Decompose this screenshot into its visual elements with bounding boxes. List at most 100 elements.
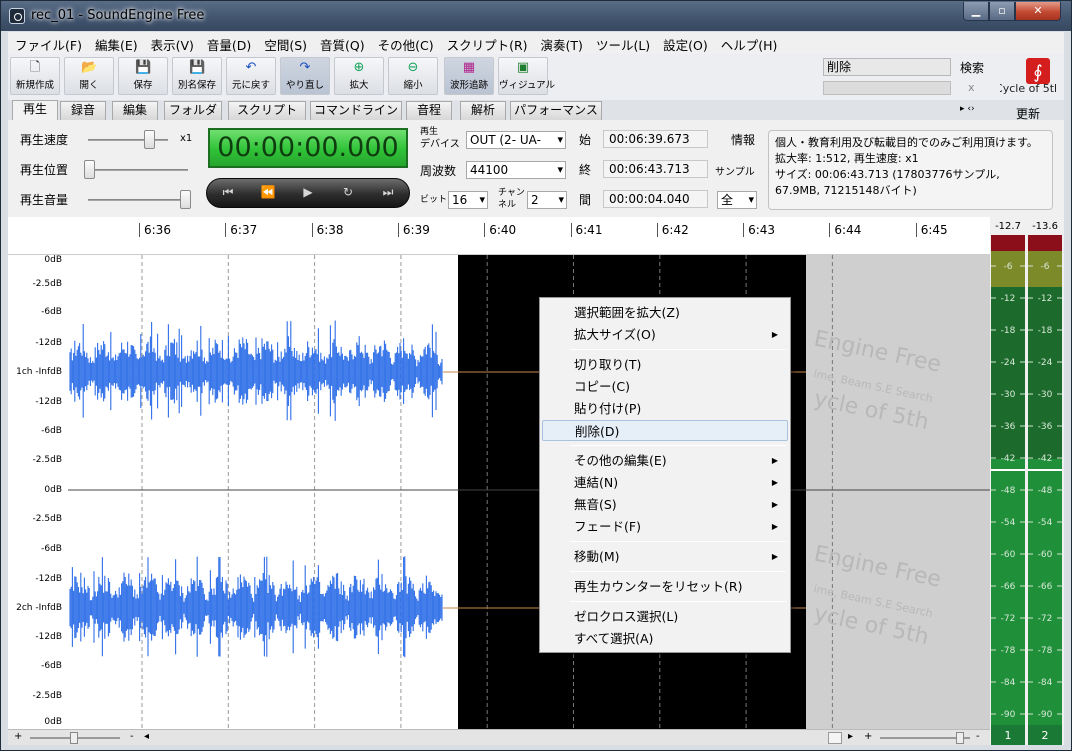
- context-menu-item-1[interactable]: 拡大サイズ(O) ▶: [542, 324, 788, 345]
- ruler-tick-line: [656, 223, 658, 237]
- toolbar-wave-track-button[interactable]: ▦ 波形追跡: [444, 57, 494, 95]
- play-counter: 00:00:00.000: [208, 128, 408, 168]
- skip-forward-icon[interactable]: ⏭: [373, 185, 403, 200]
- time-ruler[interactable]: 6:36 6:37 6:38 6:39 6:40 6:41 6:42 6:43 6:44 6:45: [8, 217, 990, 255]
- volume-slider-handle[interactable]: [180, 190, 191, 209]
- menu-item-1[interactable]: 編集(E): [88, 32, 144, 54]
- context-menu-item-18[interactable]: すべて選択(A): [542, 628, 788, 649]
- context-menu-item-6[interactable]: 削除(D): [542, 420, 788, 441]
- toolbar-zoom-in-button[interactable]: ⊕ 拡大: [334, 57, 384, 95]
- context-menu-item-15[interactable]: 再生カウンターをリセット(R): [542, 576, 788, 597]
- context-menu-separator: [570, 571, 786, 572]
- app-icon[interactable]: [9, 8, 25, 24]
- tab-7[interactable]: 解析: [460, 101, 506, 120]
- zoom-minus-button[interactable]: -: [130, 731, 134, 742]
- menu-item-4[interactable]: 空間(S): [257, 32, 313, 54]
- toolbar-visual-button[interactable]: ▣ ヴィジュアル: [498, 57, 555, 95]
- meter-scale-label: -24: [1001, 358, 1016, 368]
- freq-select[interactable]: 44100: [466, 161, 566, 179]
- end-field[interactable]: 00:06:43.713: [603, 160, 708, 178]
- device-select[interactable]: OUT (2- UA-: [466, 131, 566, 149]
- context-menu-item-10[interactable]: 無音(S) ▶: [542, 494, 788, 515]
- search-clear-button[interactable]: x: [968, 81, 975, 94]
- toolbar-redo-button[interactable]: ↷ やり直し: [280, 57, 330, 95]
- db-label: -2.5dB: [32, 691, 62, 701]
- play-icon[interactable]: ▶: [293, 185, 323, 199]
- submenu-arrow-icon: ▶: [771, 456, 778, 465]
- context-menu-item-0[interactable]: 選択範囲を拡大(Z): [542, 302, 788, 323]
- level-meters: -12.7 -6 -12 -18 -24 -30 -36 -42 -48 -54 -60 -66 -72…: [990, 217, 1064, 745]
- tab-8[interactable]: パフォーマンス: [510, 101, 602, 120]
- length-field[interactable]: 00:00:04.040: [603, 190, 708, 208]
- scroll-right-icon[interactable]: ▸: [848, 731, 853, 742]
- search-input[interactable]: 削除: [823, 58, 951, 76]
- scrollbar-thumb[interactable]: [828, 732, 842, 744]
- tab-1[interactable]: 録音: [60, 101, 106, 120]
- menu-item-8[interactable]: 演奏(T): [534, 32, 589, 54]
- tab-3[interactable]: フォルダ: [164, 101, 222, 120]
- loop-icon[interactable]: ↻: [333, 185, 363, 199]
- context-menu-item-4[interactable]: コピー(C): [542, 376, 788, 397]
- info-label: 情報: [731, 133, 756, 147]
- waveform-view[interactable]: 6:36 6:37 6:38 6:39 6:40 6:41 6:42 6:43 6:44 6:45…: [8, 217, 990, 729]
- toolbar-open-folder-button[interactable]: 📂 開く: [64, 57, 114, 95]
- maximize-button[interactable]: ▫: [989, 2, 1015, 21]
- toolbar-new-file-button[interactable]: 🗋 新規作成: [10, 57, 60, 95]
- tab-6[interactable]: 音程: [406, 101, 452, 120]
- toolbar-zoom-out-button[interactable]: ⊖ 縮小: [388, 57, 438, 95]
- context-menu-item-17[interactable]: ゼロクロス選択(L): [542, 606, 788, 627]
- tab-5[interactable]: コマンドライン: [310, 101, 402, 120]
- menu-item-7[interactable]: スクリプト(R): [440, 32, 534, 54]
- volume-slider[interactable]: [88, 199, 188, 201]
- waveform-plot[interactable]: Engine Freeime, Beam S.E Searchycle of 5…: [68, 255, 990, 729]
- menu-item-9[interactable]: ツール(L): [589, 32, 656, 54]
- device-label-2: デバイス: [420, 139, 460, 150]
- context-menu-item-9[interactable]: 連結(N) ▶: [542, 472, 788, 493]
- scroll-left-icon[interactable]: ◂: [144, 731, 149, 742]
- vzoom-slider-handle[interactable]: [956, 732, 964, 744]
- speed-slider-handle[interactable]: [144, 130, 155, 149]
- search-label[interactable]: 検索: [960, 59, 984, 76]
- menu-item-3[interactable]: 音量(D): [200, 32, 257, 54]
- meter-scale-label: -6: [1041, 262, 1050, 272]
- context-menu-item-13[interactable]: 移動(M) ▶: [542, 546, 788, 567]
- context-menu-item-8[interactable]: その他の編集(E) ▶: [542, 450, 788, 471]
- tab-scroll-arrows[interactable]: ▸ ‹›: [960, 104, 975, 114]
- context-menu: 選択範囲を拡大(Z) 拡大サイズ(O) ▶ 切り取り(T) コピー(C) 貼り付け(P) 削…: [539, 297, 791, 653]
- context-menu-label: すべて選択(A): [574, 631, 654, 646]
- rewind-icon[interactable]: ⏪: [253, 185, 283, 199]
- minimize-button[interactable]: ▁: [963, 2, 989, 21]
- unit-select[interactable]: 全: [717, 191, 757, 209]
- new-file-icon: 🗋: [29, 60, 41, 75]
- tab-4[interactable]: スクリプト: [228, 101, 306, 120]
- toolbar-save-as-button[interactable]: 💾 別名保存: [172, 57, 222, 95]
- context-menu-item-5[interactable]: 貼り付け(P): [542, 398, 788, 419]
- bit-select[interactable]: 16: [448, 191, 488, 209]
- zoom-plus-button[interactable]: +: [14, 731, 22, 742]
- vzoom-minus-button[interactable]: -: [976, 731, 980, 742]
- position-slider[interactable]: [88, 169, 188, 171]
- vzoom-plus-button[interactable]: +: [864, 731, 872, 742]
- position-slider-handle[interactable]: [84, 160, 95, 179]
- menu-item-2[interactable]: 表示(V): [144, 32, 200, 54]
- zoom-slider-handle[interactable]: [70, 732, 78, 744]
- title-bar[interactable]: rec_01 - SoundEngine Free ▁ ▫ ✕: [1, 1, 1071, 31]
- menu-item-11[interactable]: ヘルプ(H): [714, 32, 784, 54]
- db-label: -12dB: [35, 397, 62, 407]
- menu-item-0[interactable]: ファイル(F): [8, 32, 88, 54]
- start-field[interactable]: 00:06:39.673: [603, 130, 708, 148]
- toolbar-undo-button[interactable]: ↶ 元に戻す: [226, 57, 276, 95]
- context-menu-item-11[interactable]: フェード(F) ▶: [542, 516, 788, 537]
- speed-slider[interactable]: [88, 139, 168, 141]
- skip-back-icon[interactable]: ⏮: [213, 185, 243, 200]
- context-menu-item-3[interactable]: 切り取り(T): [542, 354, 788, 375]
- close-button[interactable]: ✕: [1015, 2, 1061, 21]
- menu-item-10[interactable]: 設定(O): [656, 32, 714, 54]
- channel-select[interactable]: 2: [527, 191, 567, 209]
- toolbar-save-button[interactable]: 💾 保存: [118, 57, 168, 95]
- menu-item-6[interactable]: その他(C): [371, 32, 440, 54]
- tab-0[interactable]: 再生: [12, 100, 58, 120]
- menu-item-5[interactable]: 音質(Q): [313, 32, 371, 54]
- context-menu-label: 切り取り(T): [574, 357, 642, 372]
- tab-2[interactable]: 編集: [112, 101, 158, 120]
